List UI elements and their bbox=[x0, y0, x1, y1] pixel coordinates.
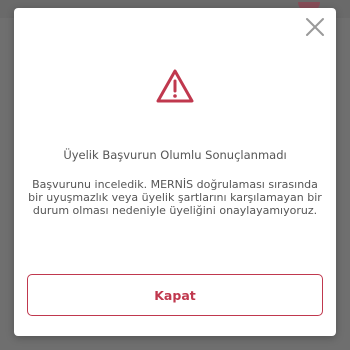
warning-triangle-icon bbox=[155, 68, 195, 104]
membership-rejected-dialog: Üyelik Başvurun Olumlu Sonuçlanmadı Başv… bbox=[14, 8, 336, 336]
close-dialog-button[interactable]: Kapat bbox=[27, 274, 323, 316]
dialog-message: Başvurunu inceledik. MERNİS doğrulaması … bbox=[28, 178, 322, 217]
close-icon[interactable] bbox=[304, 16, 326, 38]
close-button[interactable] bbox=[304, 16, 326, 38]
dialog-title: Üyelik Başvurun Olumlu Sonuçlanmadı bbox=[63, 148, 287, 162]
